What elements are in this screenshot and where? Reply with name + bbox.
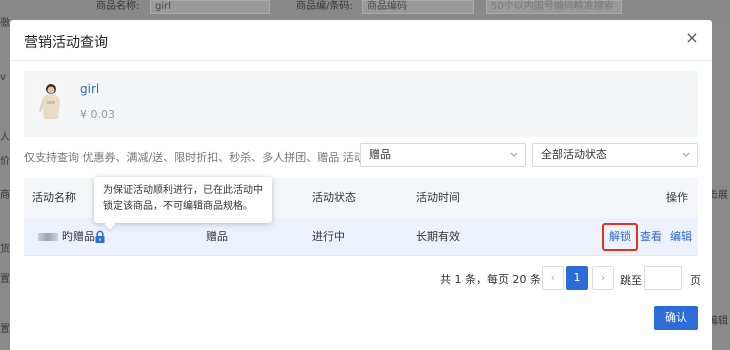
tooltip-line: 为保证活动顺利进行，已在此活动中 — [103, 185, 263, 196]
bg-filter-input-search: 50个以内国号编码精准搜索 — [486, 0, 622, 14]
product-price: ¥ 0.03 — [80, 108, 115, 121]
bg-side-text: 人 — [0, 132, 10, 143]
goto-label: 跳至 — [620, 274, 642, 287]
chevron-down-icon — [682, 152, 690, 157]
column-header-time: 活动时间 — [416, 191, 460, 204]
support-hint-text: 仅支持查询 优惠券、满减/送、限时折扣、秒杀、多人拼团、赠品 活动 — [24, 151, 365, 164]
bg-side-text: 价 — [0, 156, 10, 167]
pagination-summary: 共 1 条，每页 20 条 — [440, 273, 541, 286]
next-page-button[interactable]: › — [592, 266, 614, 290]
page-1-button[interactable]: 1 — [566, 266, 588, 290]
view-link[interactable]: 查看 — [640, 218, 662, 256]
activity-type-value: 赠品 — [369, 148, 391, 161]
activity-type: 赠品 — [206, 230, 228, 243]
tooltip-line: 锁定该商品，不可编辑商品规格。 — [103, 201, 253, 212]
table-row: 旳赠品 赠品 进行中 长期有效 解锁 查看 编辑 — [24, 218, 698, 256]
product-thumbnail — [32, 79, 70, 119]
modal-divider — [10, 60, 712, 61]
bg-filter-label-code: 商品编/条码: — [296, 1, 353, 12]
column-header-status: 活动状态 — [312, 191, 356, 204]
page-suffix-label: 页 — [690, 274, 701, 287]
activity-status-select[interactable]: 全部活动状态 — [532, 143, 698, 167]
bg-side-text: 徼 — [0, 18, 10, 29]
column-header-name: 活动名称 — [32, 191, 76, 204]
bg-filter-label-name: 商品名称: — [96, 1, 140, 12]
goto-page-input[interactable] — [644, 266, 682, 290]
bg-side-text: 货 — [0, 244, 10, 255]
bg-side-text: 置 — [0, 274, 10, 285]
activity-time: 长期有效 — [416, 230, 460, 243]
close-icon[interactable]: × — [684, 30, 700, 46]
edit-link[interactable]: 编辑 — [670, 218, 692, 256]
activity-type-select[interactable]: 赠品 — [360, 143, 526, 167]
activity-status-value: 全部活动状态 — [541, 148, 607, 161]
bg-filter-input-name: girl — [150, 0, 270, 14]
activity-status: 进行中 — [312, 230, 345, 243]
modal-title: 营销活动查询 — [24, 35, 108, 51]
chevron-down-icon — [510, 152, 518, 157]
blurred-name-prefix — [38, 233, 58, 241]
bg-side-text: v — [0, 72, 6, 83]
activity-query-modal: 营销活动查询 × girl ¥ 0.03 仅支持查询 优惠券、满减/送、限时折扣… — [10, 20, 712, 350]
column-header-actions: 操作 — [666, 191, 688, 204]
prev-page-button[interactable]: ‹ — [542, 266, 564, 290]
unlock-button[interactable]: 解锁 — [602, 223, 638, 251]
lock-icon[interactable] — [94, 230, 106, 244]
bg-filter-select-code: 商品编码 — [362, 0, 474, 14]
product-name-link[interactable]: girl — [80, 82, 99, 96]
lock-tooltip: 为保证活动顺利进行，已在此活动中 锁定该商品，不可编辑商品规格。 — [94, 177, 272, 223]
activity-name: 旳赠品 — [62, 230, 95, 243]
bg-side-text: 置 — [0, 324, 10, 335]
product-card: girl ¥ 0.03 — [24, 71, 698, 137]
confirm-button[interactable]: 确认 — [654, 306, 698, 330]
